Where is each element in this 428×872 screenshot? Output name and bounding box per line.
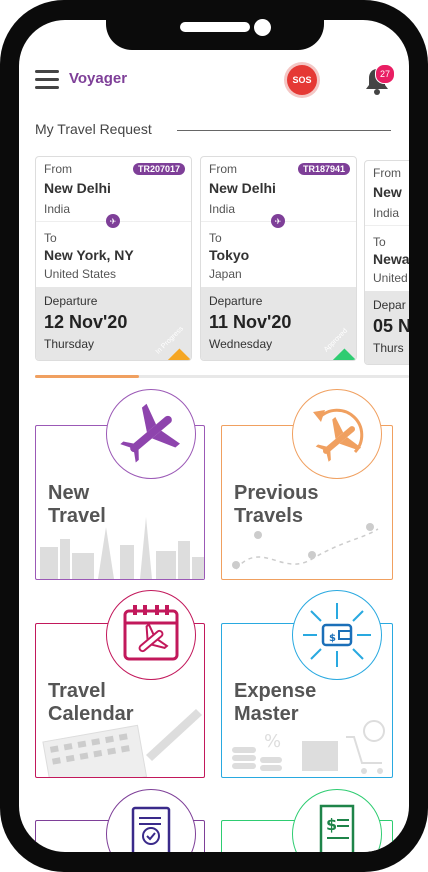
from-label: From	[44, 162, 72, 176]
departure-date: 12 Nov'20	[44, 312, 128, 332]
to-city: New York, NY	[44, 247, 134, 263]
airplane-icon[interactable]	[106, 389, 196, 479]
plane-icon: ✈	[271, 214, 285, 228]
app-title: Voyager	[69, 70, 128, 87]
receipt-dollar-icon[interactable]: $	[292, 789, 382, 852]
departure-day: Thurs	[373, 341, 404, 355]
card-divider	[365, 225, 409, 226]
departure-label: Departure	[44, 294, 98, 308]
phone-frame: Voyager SOS 27 My Travel Request From TR…	[0, 0, 428, 872]
departure-date: 11 Nov'20	[209, 312, 292, 332]
to-country: Japan	[209, 267, 242, 281]
from-city: New Delhi	[209, 180, 276, 196]
history-airplane-icon[interactable]	[292, 389, 382, 479]
travel-request-carousel[interactable]: From TR207017 New Delhi India ✈ To New Y…	[35, 156, 409, 381]
phone-speaker	[180, 22, 250, 32]
tile-label: Previous Travels	[234, 482, 319, 527]
document-check-icon[interactable]	[106, 789, 196, 852]
to-label: To	[209, 231, 222, 245]
travel-request-card[interactable]: From TR207017 New Delhi India ✈ To New Y…	[35, 156, 192, 361]
from-label: From	[209, 162, 237, 176]
from-label: From	[373, 166, 401, 180]
to-country: United States	[44, 267, 117, 281]
tile-label: Expense Master	[234, 680, 317, 725]
to-label: To	[373, 235, 386, 249]
section-title: My Travel Request	[35, 121, 152, 137]
notification-count-badge: 27	[375, 64, 395, 84]
coins-cart-icon: %	[232, 720, 385, 774]
from-city: New Delhi	[44, 180, 111, 196]
departure-day: Wednesday	[209, 337, 273, 351]
from-country: India	[44, 202, 71, 216]
from-country: India	[209, 202, 236, 216]
phone-camera	[254, 19, 271, 36]
status-ribbon: Approved	[310, 314, 356, 360]
to-city: Tokyo	[209, 247, 250, 263]
sos-button[interactable]: SOS	[287, 65, 317, 95]
section-divider	[177, 130, 391, 131]
tile-label: Travel Calendar	[48, 680, 134, 725]
svg-text:$: $	[326, 815, 337, 834]
travel-request-card[interactable]: From New India To Newa United Depar 05 N…	[364, 160, 409, 365]
from-city: New	[373, 184, 402, 200]
to-country: United	[373, 271, 408, 285]
plane-icon: ✈	[106, 214, 120, 228]
route-map-icon	[232, 523, 379, 570]
tile-label: New Travel	[48, 482, 106, 527]
menu-icon[interactable]	[35, 70, 59, 90]
departure-date: 05 N	[373, 316, 409, 336]
departure-label: Depar	[373, 298, 406, 312]
request-id-badge: TR187941	[297, 163, 350, 175]
wallet-arrows-icon[interactable]: $	[292, 590, 382, 680]
to-label: To	[44, 231, 57, 245]
status-ribbon: In Progress	[145, 314, 191, 360]
request-id-badge: TR207017	[132, 163, 185, 175]
carousel-scroll-thumb[interactable]	[35, 375, 139, 378]
calendar-airplane-icon[interactable]	[106, 590, 196, 680]
svg-text:%: %	[264, 731, 281, 752]
svg-text:$: $	[329, 633, 336, 644]
departure-label: Departure	[209, 294, 263, 308]
from-country: India	[373, 206, 400, 220]
app-screen: Voyager SOS 27 My Travel Request From TR…	[19, 20, 409, 852]
departure-day: Thursday	[44, 337, 95, 351]
travel-request-card[interactable]: From TR187941 New Delhi India ✈ To Tokyo…	[200, 156, 357, 361]
to-city: Newa	[373, 251, 409, 267]
